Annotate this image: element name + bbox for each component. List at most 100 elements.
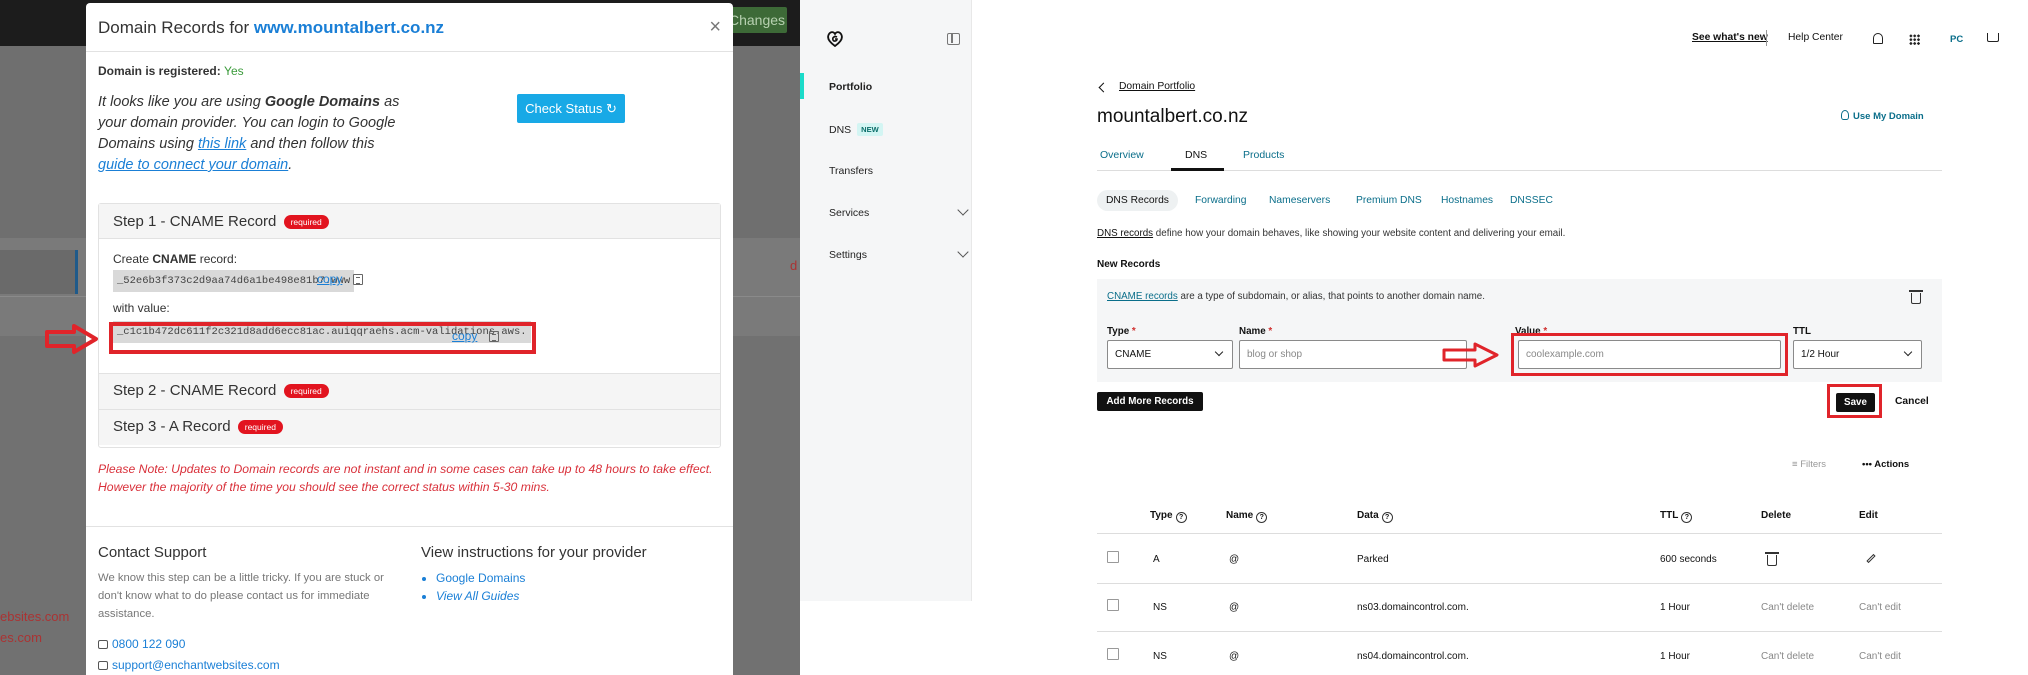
composite-screenshot: Changes ebsites.com es.com d Domain Reco… xyxy=(0,0,2028,675)
row-checkbox[interactable] xyxy=(1107,551,1119,563)
trash-icon[interactable] xyxy=(1909,290,1923,304)
row-checkbox[interactable] xyxy=(1107,648,1119,660)
left-panel: Changes ebsites.com es.com d Domain Reco… xyxy=(0,0,800,675)
column-type-label: Type xyxy=(1150,510,1173,521)
with-value-label: with value: xyxy=(113,301,170,315)
required-mark: * xyxy=(1131,326,1136,337)
google-domains-link[interactable]: Google Domains xyxy=(436,569,525,587)
add-more-records-button[interactable]: Add More Records xyxy=(1097,392,1203,411)
column-delete: Delete xyxy=(1761,510,1792,521)
row-divider xyxy=(1097,533,1942,534)
dns-description-text: define how your domain behaves, like sho… xyxy=(1153,228,1566,239)
modal-body: Domain is registered: Yes It looks like … xyxy=(86,52,733,176)
subtab-hostnames[interactable]: Hostnames xyxy=(1432,190,1502,211)
actions-button[interactable]: ••• Actions xyxy=(1862,459,1909,470)
cell-type: NS xyxy=(1153,651,1167,662)
background-row xyxy=(0,250,78,294)
type-select[interactable]: CNAME xyxy=(1107,340,1233,369)
pencil-icon[interactable] xyxy=(1866,553,1876,564)
instructions-title: View instructions for your provider xyxy=(421,544,647,561)
subtab-nameservers[interactable]: Nameservers xyxy=(1260,190,1339,211)
type-select-value: CNAME xyxy=(1115,349,1152,360)
row-divider xyxy=(1097,583,1942,584)
cell-delete: Can't delete xyxy=(1761,602,1815,613)
filter-icon: ≡ xyxy=(1792,459,1801,470)
sidebar-item-services[interactable]: Services xyxy=(829,207,869,219)
arrow-icon xyxy=(45,324,98,354)
intro-text: . xyxy=(288,157,293,173)
background-link: ebsites.com xyxy=(0,609,70,624)
highlight-box xyxy=(109,322,536,354)
support-email[interactable]: support@enchantwebsites.com xyxy=(98,658,280,672)
chevron-down-icon[interactable] xyxy=(957,204,969,216)
step-1-header[interactable]: Step 1 - CNAME Record required xyxy=(99,204,720,239)
sidebar-item-settings[interactable]: Settings xyxy=(829,249,867,261)
godaddy-logo-icon[interactable] xyxy=(826,31,844,47)
sidebar-item-portfolio[interactable]: Portfolio xyxy=(829,81,872,93)
view-all-guides-link[interactable]: View All Guides xyxy=(436,587,525,605)
subtab-dnssec[interactable]: DNSSEC xyxy=(1501,190,1562,211)
whats-new-link[interactable]: See what's new xyxy=(1692,32,1768,43)
type-label-text: Type xyxy=(1107,326,1130,337)
help-icon[interactable]: ? xyxy=(1175,512,1187,523)
modal-title-domain-link[interactable]: www.mountalbert.co.nz xyxy=(254,18,444,37)
this-link[interactable]: this link xyxy=(198,136,246,152)
help-icon[interactable]: ? xyxy=(1681,512,1693,523)
tab-dns[interactable]: DNS xyxy=(1185,149,1207,161)
guide-link[interactable]: guide to connect your domain xyxy=(98,157,288,173)
name-input[interactable]: blog or shop xyxy=(1239,340,1467,369)
phone-number[interactable]: 0800 122 090 xyxy=(112,637,185,651)
row-divider xyxy=(1097,631,1942,632)
help-icon[interactable]: ? xyxy=(1256,512,1268,523)
tab-overview[interactable]: Overview xyxy=(1100,149,1144,161)
chevron-down-icon[interactable] xyxy=(957,246,969,258)
use-my-domain-link[interactable]: Use My Domain xyxy=(1853,111,1924,122)
collapse-sidebar-icon[interactable] xyxy=(947,33,960,45)
sidebar-item-dns[interactable]: DNS NEW xyxy=(829,123,883,136)
dns-records-link[interactable]: DNS records xyxy=(1097,228,1153,239)
sidebar-item-transfers[interactable]: Transfers xyxy=(829,165,873,177)
ttl-select[interactable]: 1/2 Hour xyxy=(1793,340,1922,369)
intro-text: It looks like you are using xyxy=(98,94,265,110)
background-link: es.com xyxy=(0,630,42,645)
topnav-divider xyxy=(1766,30,1767,46)
trash-icon[interactable] xyxy=(1765,552,1779,566)
help-center-link[interactable]: Help Center xyxy=(1788,32,1843,43)
subtab-dns-records[interactable]: DNS Records xyxy=(1097,190,1178,211)
create-label: Create CNAME record: xyxy=(113,252,706,266)
avatar[interactable]: PC xyxy=(1950,34,1963,45)
apps-grid-icon[interactable] xyxy=(1909,34,1920,45)
cell-data: Parked xyxy=(1357,554,1389,565)
step-3-header[interactable]: Step 3 - A Record required xyxy=(99,409,720,445)
filters-button[interactable]: ≡ Filters xyxy=(1792,459,1826,470)
cancel-button[interactable]: Cancel xyxy=(1895,396,1929,407)
background-text: d xyxy=(790,258,798,273)
cell-delete: Can't delete xyxy=(1761,651,1815,662)
save-button[interactable]: Save xyxy=(1836,393,1875,412)
close-icon[interactable]: × xyxy=(709,16,721,39)
filters-label: Filters xyxy=(1800,459,1827,470)
subtab-forwarding[interactable]: Forwarding xyxy=(1186,190,1256,211)
cell-data: ns03.domaincontrol.com. xyxy=(1357,602,1469,613)
tab-products[interactable]: Products xyxy=(1243,149,1284,161)
column-name-label: Name xyxy=(1226,510,1254,521)
cell-ttl: 1 Hour xyxy=(1660,602,1691,613)
page-title: mountalbert.co.nz xyxy=(1097,106,1249,127)
copy-icon[interactable] xyxy=(353,274,363,285)
support-phone[interactable]: 0800 122 090 xyxy=(98,637,185,651)
required-badge: required xyxy=(283,384,329,399)
cname-note: CNAME records are a type of subdomain, o… xyxy=(1107,291,1485,302)
cell-ttl: 1 Hour xyxy=(1660,651,1691,662)
cname-records-link[interactable]: CNAME records xyxy=(1107,291,1178,302)
breadcrumb[interactable]: Domain Portfolio xyxy=(1119,81,1195,92)
step-2-header[interactable]: Step 2 - CNAME Record required xyxy=(99,373,720,409)
subtab-premium-dns[interactable]: Premium DNS xyxy=(1347,190,1431,211)
help-icon[interactable]: ? xyxy=(1381,512,1393,523)
copy-name-link[interactable]: copy xyxy=(317,272,342,286)
email-address[interactable]: support@enchantwebsites.com xyxy=(112,658,280,672)
chevron-left-icon[interactable] xyxy=(1098,82,1109,93)
cart-icon[interactable] xyxy=(1987,33,1999,42)
bell-icon[interactable] xyxy=(1873,33,1883,44)
row-checkbox[interactable] xyxy=(1107,599,1119,611)
check-status-button[interactable]: Check Status ↻ xyxy=(517,94,625,123)
